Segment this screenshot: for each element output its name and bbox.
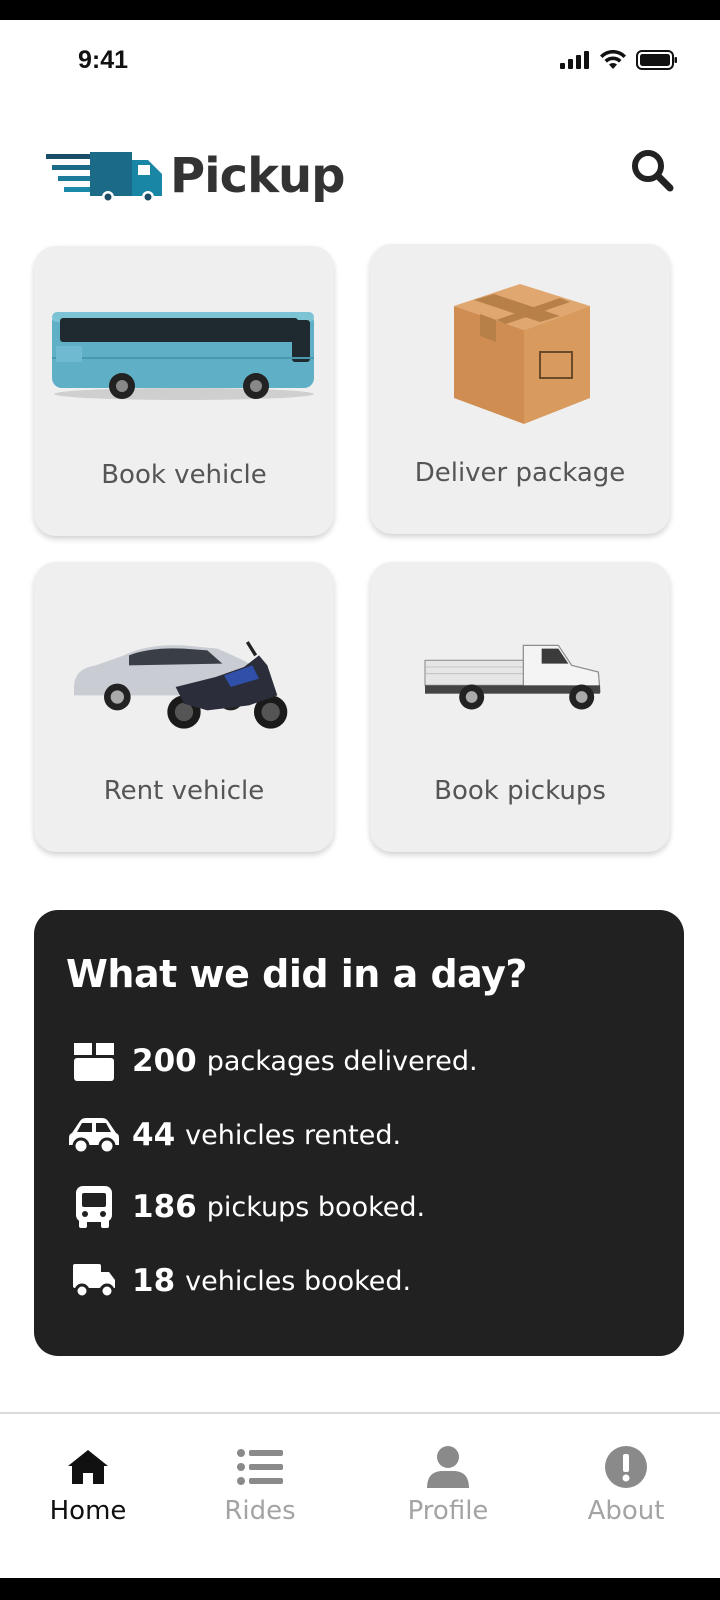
stat-text: packages delivered. — [206, 1045, 478, 1077]
info-icon — [601, 1442, 651, 1492]
signal-icon — [560, 51, 589, 69]
status-time: 9:41 — [78, 46, 129, 74]
book-pickups-tile[interactable]: Book pickups — [370, 562, 670, 852]
nav-profile[interactable]: Profile — [368, 1414, 528, 1554]
nav-about[interactable]: About — [546, 1414, 706, 1554]
stat-row-packages: 200 packages delivered. — [64, 1036, 478, 1086]
nav-label: Rides — [224, 1496, 296, 1526]
stat-row-pickups: 186 pickups booked. — [64, 1182, 425, 1232]
nav-label: About — [587, 1496, 665, 1526]
package-box-image — [454, 284, 590, 424]
nav-label: Home — [49, 1496, 127, 1526]
tile-label: Rent vehicle — [103, 776, 265, 806]
stat-value: 200 — [132, 1043, 197, 1079]
tile-label: Book pickups — [434, 776, 606, 806]
status-icons — [560, 50, 678, 70]
book-vehicle-tile[interactable]: Book vehicle — [34, 246, 334, 536]
car-icon — [64, 1110, 124, 1160]
tile-label: Deliver package — [414, 458, 626, 488]
nav-label: Profile — [407, 1496, 489, 1526]
stat-text: vehicles rented. — [185, 1119, 402, 1151]
stats-title: What we did in a day? — [66, 952, 527, 996]
stat-value: 186 — [132, 1189, 197, 1225]
bus-image — [52, 312, 314, 400]
status-bar: 9:41 — [0, 20, 720, 100]
search-button[interactable] — [624, 142, 680, 198]
truck-icon — [64, 1256, 124, 1306]
battery-icon — [636, 50, 677, 70]
stat-row-booked: 18 vehicles booked. — [64, 1256, 411, 1306]
stat-text: pickups booked. — [206, 1191, 426, 1223]
box-icon — [64, 1036, 124, 1086]
app-logo: Pickup — [46, 148, 346, 204]
stat-value: 44 — [132, 1117, 176, 1153]
daily-stats-card: What we did in a day? 200 packages deliv… — [34, 910, 684, 1356]
nav-home[interactable]: Home — [8, 1414, 168, 1554]
nav-rides[interactable]: Rides — [180, 1414, 340, 1554]
stat-text: vehicles booked. — [185, 1265, 412, 1297]
bottom-navigation: Home Rides Profile About — [0, 1412, 720, 1578]
app-screen: 9:41 Pickup Book vehicle Deliver package… — [0, 20, 720, 1578]
stat-value: 18 — [132, 1263, 176, 1299]
home-icon — [63, 1442, 113, 1492]
wifi-icon — [600, 50, 626, 69]
deliver-package-tile[interactable]: Deliver package — [370, 244, 670, 534]
bus-icon — [64, 1182, 124, 1232]
rent-vehicle-tile[interactable]: Rent vehicle — [34, 562, 334, 852]
list-icon — [235, 1442, 285, 1492]
user-icon — [423, 1442, 473, 1492]
pickup-truck-image — [424, 644, 601, 710]
stat-row-rented: 44 vehicles rented. — [64, 1110, 401, 1160]
app-name: Pickup — [170, 148, 346, 204]
tile-label: Book vehicle — [101, 460, 267, 490]
search-icon — [632, 150, 674, 192]
app-header: Pickup — [0, 120, 720, 220]
car-and-motorbike-image — [74, 641, 288, 729]
logo-truck-icon — [46, 152, 162, 202]
